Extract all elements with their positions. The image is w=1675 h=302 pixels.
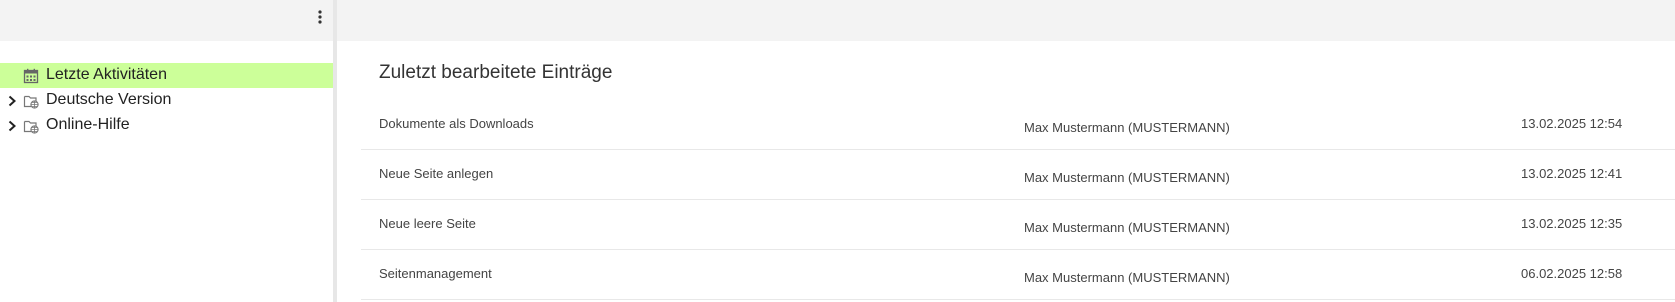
page-title: Zuletzt bearbeitete Einträge bbox=[379, 62, 613, 83]
list-item[interactable]: Dokumente als Downloads Max Mustermann (… bbox=[361, 100, 1675, 150]
more-vertical-icon[interactable] bbox=[314, 9, 326, 25]
chevron-right-icon[interactable] bbox=[7, 120, 17, 132]
tree-item-label: Deutsche Version bbox=[46, 91, 172, 108]
tree-item-letzte-aktivitaeten[interactable]: Letzte Aktivitäten bbox=[0, 63, 333, 88]
entry-user: Max Mustermann (MUSTERMANN) bbox=[1024, 120, 1230, 135]
main-toolbar bbox=[337, 0, 1675, 41]
entry-date: 13.02.2025 12:54 bbox=[1521, 116, 1623, 131]
entry-user: Max Mustermann (MUSTERMANN) bbox=[1024, 270, 1230, 285]
entry-date: 13.02.2025 12:41 bbox=[1521, 166, 1623, 181]
navigation-tree: Letzte Aktivitäten Deutsche Version Onli… bbox=[0, 63, 333, 138]
entry-date: 06.02.2025 12:58 bbox=[1521, 266, 1623, 281]
list-item[interactable]: Neue leere Seite Max Mustermann (MUSTERM… bbox=[361, 200, 1675, 250]
sidebar: Letzte Aktivitäten Deutsche Version Onli… bbox=[0, 0, 333, 302]
list-item[interactable]: Seitenmanagement Max Mustermann (MUSTERM… bbox=[361, 250, 1675, 300]
list-item[interactable]: Neue Seite anlegen Max Mustermann (MUSTE… bbox=[361, 150, 1675, 200]
chevron-right-icon[interactable] bbox=[7, 95, 17, 107]
entry-title[interactable]: Seitenmanagement bbox=[379, 266, 492, 281]
main-panel: Zuletzt bearbeitete Einträge Dokumente a… bbox=[337, 0, 1675, 302]
folder-globe-icon bbox=[23, 95, 39, 109]
sidebar-toolbar bbox=[0, 0, 333, 41]
calendar-icon bbox=[23, 68, 39, 84]
tree-item-deutsche-version[interactable]: Deutsche Version bbox=[0, 88, 333, 113]
tree-item-online-hilfe[interactable]: Online-Hilfe bbox=[0, 113, 333, 138]
entry-title[interactable]: Neue Seite anlegen bbox=[379, 166, 493, 181]
tree-item-label: Letzte Aktivitäten bbox=[46, 66, 167, 83]
entry-title[interactable]: Dokumente als Downloads bbox=[379, 116, 534, 131]
entry-user: Max Mustermann (MUSTERMANN) bbox=[1024, 170, 1230, 185]
entry-user: Max Mustermann (MUSTERMANN) bbox=[1024, 220, 1230, 235]
recent-entries-list: Dokumente als Downloads Max Mustermann (… bbox=[361, 100, 1675, 300]
tree-item-label: Online-Hilfe bbox=[46, 116, 130, 133]
entry-date: 13.02.2025 12:35 bbox=[1521, 216, 1623, 231]
folder-globe-icon bbox=[23, 120, 39, 134]
entry-title[interactable]: Neue leere Seite bbox=[379, 216, 476, 231]
